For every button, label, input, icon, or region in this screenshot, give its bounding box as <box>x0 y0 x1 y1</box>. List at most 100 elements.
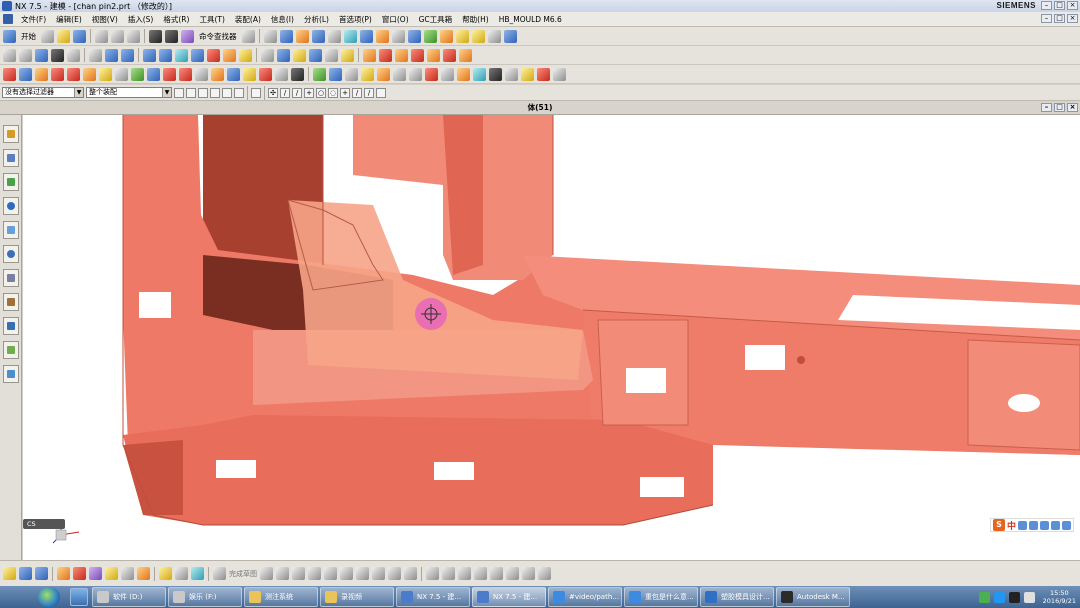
check-region-icon[interactable] <box>329 67 342 81</box>
measure-icon[interactable] <box>473 67 486 81</box>
datum-axis-icon[interactable] <box>35 567 48 580</box>
slot-icon[interactable] <box>325 48 338 62</box>
doc-close-button[interactable]: × <box>1067 14 1078 23</box>
quick-trim-icon[interactable] <box>426 567 439 580</box>
snap-bounded-grid-icon[interactable] <box>376 87 386 98</box>
mold-part-model[interactable] <box>23 115 1080 560</box>
process-studio-icon[interactable] <box>2 293 19 311</box>
sketch-point-icon[interactable] <box>388 567 401 580</box>
ejector-pin-icon[interactable] <box>131 67 144 81</box>
ime-toolbar[interactable]: S 中 <box>989 518 1074 532</box>
grid-icon[interactable] <box>505 67 518 81</box>
revolve-icon[interactable] <box>121 48 134 62</box>
x-form-icon[interactable] <box>73 567 86 580</box>
selection-scope-dropdown[interactable]: 整个装配 ▼ <box>86 87 172 98</box>
draft-icon[interactable] <box>379 48 392 62</box>
taskbar-item[interactable]: NX 7.5 - 建... <box>396 587 470 607</box>
sketch-dropdown-icon[interactable] <box>3 567 16 580</box>
menu-hb-mould[interactable]: HB_MOULD M6.6 <box>494 15 567 24</box>
close-button[interactable]: × <box>1067 1 1078 10</box>
orient-icon[interactable] <box>487 29 501 43</box>
maximize-button[interactable]: □ <box>1054 1 1065 10</box>
sew-icon[interactable] <box>175 567 188 580</box>
graphics-viewport[interactable]: CS S 中 <box>23 115 1080 560</box>
menu-file[interactable]: 文件(F) <box>16 14 51 25</box>
cube-icon[interactable] <box>503 29 517 43</box>
menu-window[interactable]: 窗口(O) <box>377 14 414 25</box>
paste-icon[interactable] <box>127 29 140 43</box>
type-filter-dropdown[interactable]: 没有选择过滤器 ▼ <box>2 87 84 98</box>
tools-icon[interactable] <box>1062 520 1071 530</box>
start-button-label[interactable]: 开始 <box>19 31 38 42</box>
thicken-icon[interactable] <box>159 567 172 580</box>
rectangle-icon[interactable] <box>356 567 369 580</box>
block-icon[interactable] <box>35 48 48 62</box>
taskbar-item[interactable]: 塑胶模具设计... <box>700 587 774 607</box>
datum-csys-icon[interactable] <box>553 67 566 81</box>
wave-link-icon[interactable] <box>345 67 358 81</box>
finish-sketch-label[interactable]: 完成草图 <box>229 569 257 579</box>
make-corner-icon[interactable] <box>458 567 471 580</box>
bom-icon[interactable] <box>275 67 288 81</box>
through-curves-icon[interactable] <box>105 567 118 580</box>
snap-arc-center-icon[interactable]: ○ <box>316 87 326 98</box>
finish-sketch-icon[interactable] <box>213 567 226 580</box>
workpiece-icon[interactable] <box>51 67 64 81</box>
wireframe-icon[interactable] <box>391 29 405 43</box>
delete-face-icon[interactable] <box>427 48 440 62</box>
taskbar-item[interactable]: 重包是什么意... <box>624 587 698 607</box>
punctuation-icon[interactable] <box>1029 520 1038 530</box>
profile-icon[interactable] <box>260 567 273 580</box>
snap-endpoint-icon[interactable]: ✣ <box>268 87 278 98</box>
graphics-minimize-button[interactable]: – <box>1041 103 1052 112</box>
quick-extend-icon[interactable] <box>442 567 455 580</box>
patch-icon[interactable] <box>191 567 204 580</box>
view-manager-icon[interactable] <box>361 67 374 81</box>
menu-help[interactable]: 帮助(H) <box>457 14 494 25</box>
snap-icon[interactable] <box>186 87 196 98</box>
cylinder-icon[interactable] <box>67 48 80 62</box>
polygon-icon[interactable] <box>372 567 385 580</box>
redo-icon[interactable] <box>165 29 178 43</box>
skin-icon[interactable] <box>1051 520 1060 530</box>
taskbar-item[interactable]: 录视频 <box>320 587 394 607</box>
offset-face-icon[interactable] <box>363 48 376 62</box>
copy-icon[interactable] <box>111 29 124 43</box>
taskbar-item[interactable]: NX 7.5 - 建... <box>472 587 546 607</box>
boss-icon[interactable] <box>277 48 290 62</box>
taskbar-item[interactable]: 软件 (D:) <box>92 587 166 607</box>
offset-surface-icon[interactable] <box>137 567 150 580</box>
flag-icon[interactable] <box>489 67 502 81</box>
mold-base-icon[interactable] <box>99 67 112 81</box>
shaded-icon[interactable] <box>295 29 309 43</box>
menu-view[interactable]: 视图(V) <box>87 14 123 25</box>
manufacturing-wizards-icon[interactable] <box>2 317 19 335</box>
studio-icon[interactable] <box>471 29 485 43</box>
menu-preferences[interactable]: 首选项(P) <box>334 14 377 25</box>
menu-format[interactable]: 格式(R) <box>158 14 194 25</box>
circle-icon[interactable] <box>308 567 321 580</box>
snap-intersection-icon[interactable]: + <box>304 87 314 98</box>
pin-icon[interactable] <box>537 67 550 81</box>
subtract-icon[interactable] <box>159 48 172 62</box>
fillet-icon[interactable] <box>324 567 337 580</box>
gate-icon[interactable] <box>179 67 192 81</box>
extract-icon[interactable] <box>409 67 422 81</box>
pad-icon[interactable] <box>309 48 322 62</box>
project-init-icon[interactable] <box>19 67 32 81</box>
sphere-icon[interactable] <box>51 48 64 62</box>
rotate-icon[interactable] <box>311 29 325 43</box>
graphics-close-button[interactable]: × <box>1067 103 1078 112</box>
tray-action-center-icon[interactable] <box>1023 591 1035 603</box>
parting-icon[interactable] <box>83 67 96 81</box>
extrude-icon[interactable] <box>105 48 118 62</box>
minimize-button[interactable]: – <box>1041 1 1052 10</box>
reuse-library-icon[interactable] <box>2 197 19 215</box>
menu-information[interactable]: 信息(I) <box>266 14 299 25</box>
assembly-navigator-icon[interactable] <box>2 125 19 143</box>
constraints-icon[interactable] <box>474 567 487 580</box>
drawing-icon[interactable] <box>291 67 304 81</box>
light-icon[interactable] <box>455 29 469 43</box>
datum-plane-icon[interactable] <box>19 48 32 62</box>
chamfer-sketch-icon[interactable] <box>340 567 353 580</box>
